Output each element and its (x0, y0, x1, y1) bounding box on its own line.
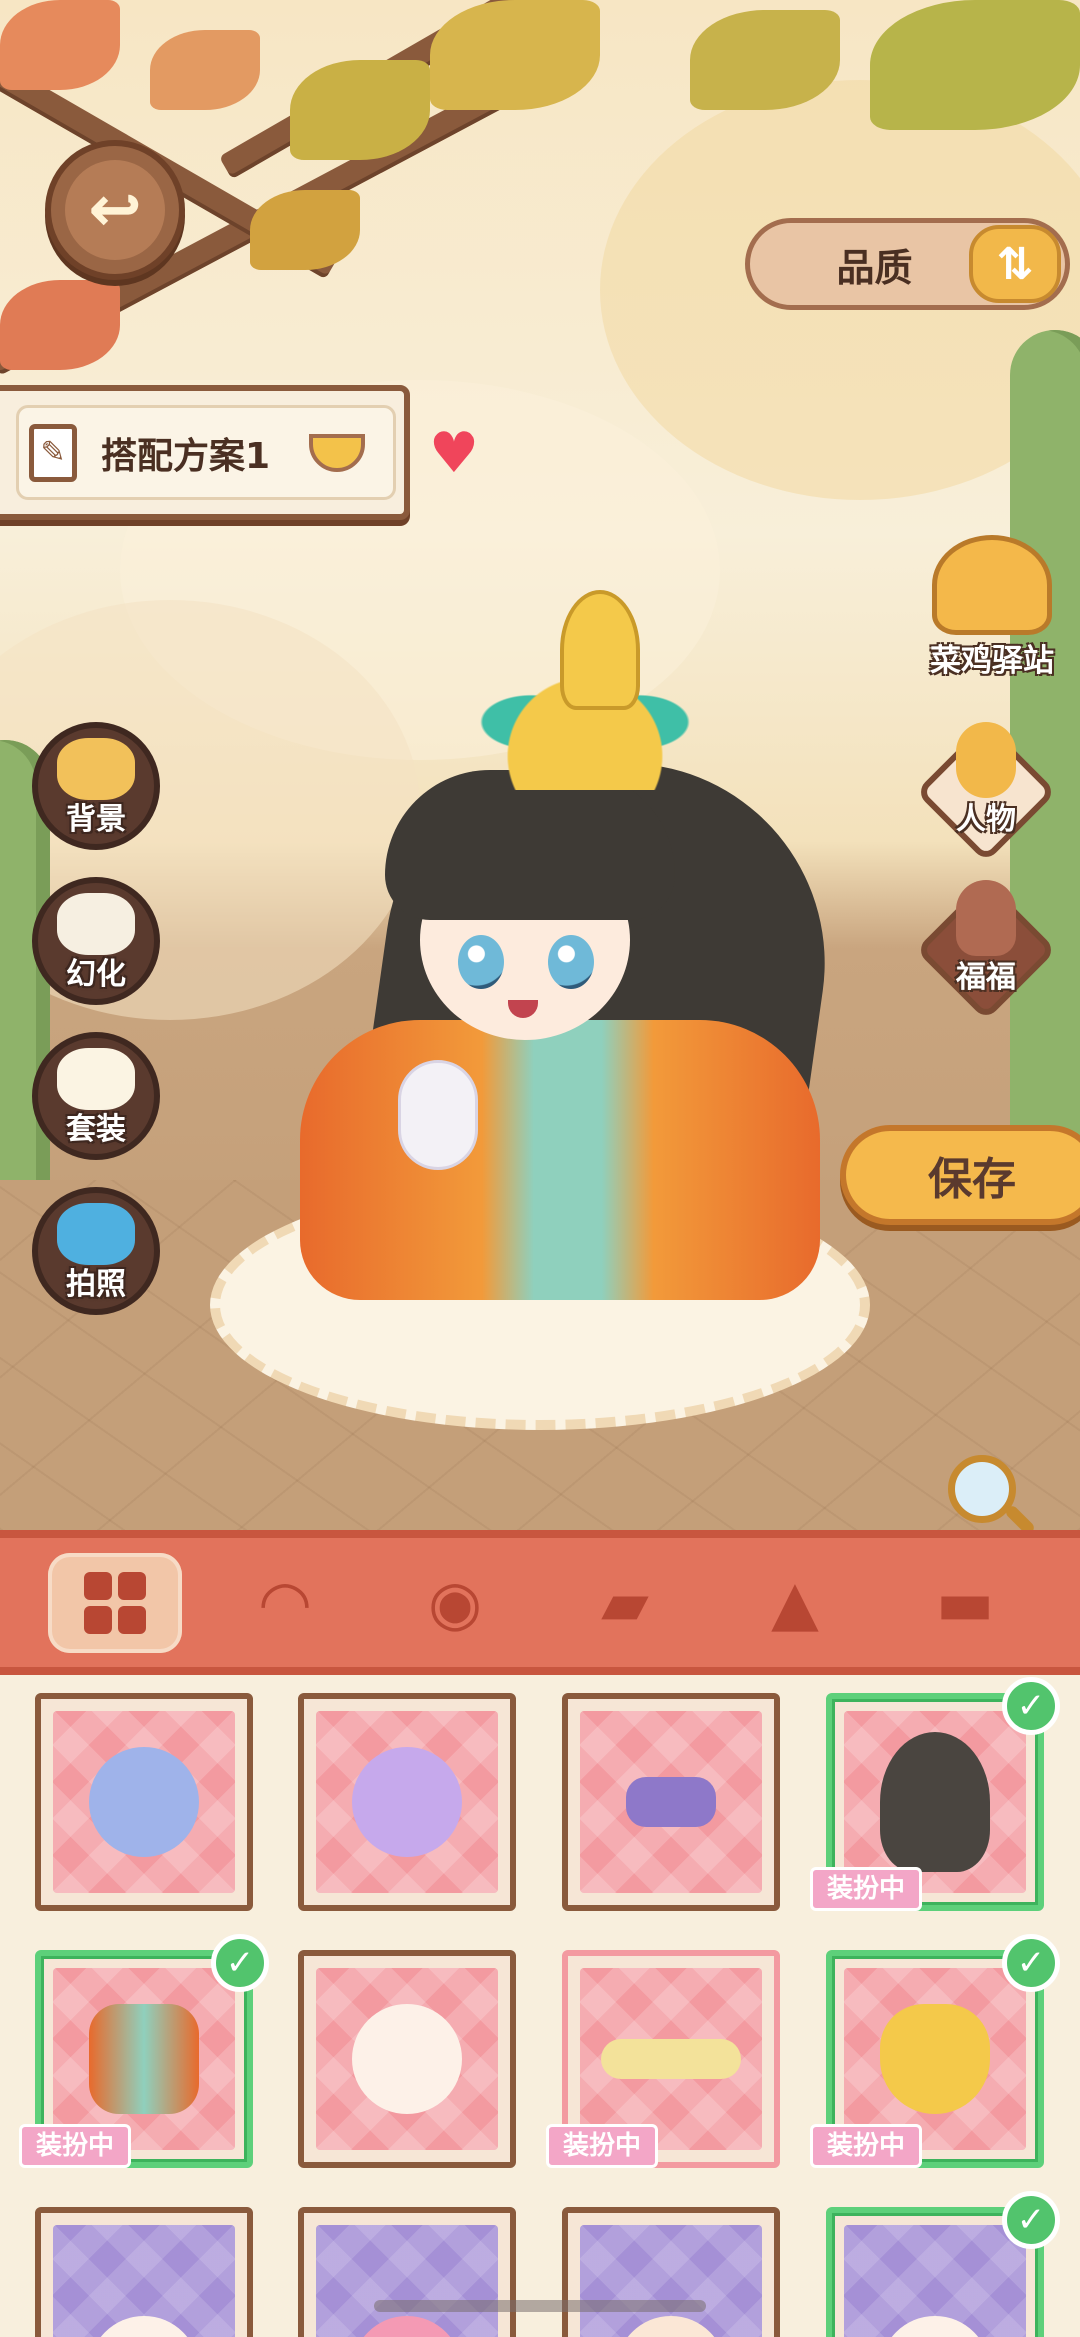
character-robe (300, 1020, 820, 1300)
wardrobe-item[interactable]: ✓ (826, 2191, 1060, 2337)
item-thumbnail (89, 2315, 199, 2337)
category-hair[interactable]: ◠ (218, 1553, 352, 1653)
wardrobe-item[interactable]: 装扮中 (546, 1950, 780, 2168)
category-bottom[interactable]: ▬ (898, 1553, 1032, 1653)
outfit-plan-field[interactable]: ✎ 搭配方案1 (16, 405, 396, 500)
item-thumbnail (352, 2004, 462, 2114)
pet-tab-button[interactable]: 福福 (915, 879, 1057, 1021)
phoenix-crown-top (560, 590, 640, 710)
category-top[interactable]: ▰ (558, 1553, 692, 1653)
character-eye (548, 935, 594, 989)
item-thumbnail (89, 2004, 199, 2114)
quality-sort-button[interactable]: 品质 ⇅ (745, 218, 1070, 310)
character-eye (458, 935, 504, 989)
category-dress[interactable]: ▲ (728, 1553, 862, 1653)
item-thumbnail (880, 2004, 990, 2114)
outfit-plan-name: 搭配方案1 (101, 435, 271, 477)
chick-shop-icon (932, 535, 1052, 635)
item-thumbnail (352, 2315, 462, 2337)
wardrobe-item[interactable]: ✓ 装扮中 (810, 1677, 1060, 1911)
equipped-tag: 装扮中 (546, 2124, 659, 2168)
equipped-tag: 装扮中 (19, 2124, 132, 2168)
item-thumbnail (880, 2315, 990, 2337)
item-thumbnail (626, 1777, 716, 1827)
item-thumbnail (89, 1747, 199, 1857)
item-thumbnail (601, 2039, 741, 2079)
wardrobe-item[interactable] (562, 2207, 780, 2337)
back-button[interactable]: ↩ (45, 140, 185, 280)
edit-note-icon: ✎ (29, 423, 77, 482)
back-arrow-icon: ↩ (65, 160, 165, 260)
save-button[interactable]: 保存 (840, 1125, 1080, 1225)
wardrobe-item[interactable] (298, 2207, 516, 2337)
character-tab-label: 人物 (956, 802, 1016, 837)
photo-button[interactable]: 拍照 (32, 1187, 160, 1315)
background-button[interactable]: 背景 (32, 722, 160, 850)
zoom-icon[interactable] (948, 1455, 1016, 1523)
pet-tab-label: 福福 (956, 960, 1016, 995)
category-bar: ◠ ◉ ▰ ▲ ▬ (0, 1530, 1080, 1675)
check-icon: ✓ (211, 1934, 269, 1992)
eye-icon: ◉ (427, 1565, 483, 1639)
shop-label: 菜鸡驿站 (930, 643, 1054, 679)
camera-icon (57, 1203, 135, 1265)
outfit-button[interactable]: 套装 (32, 1032, 160, 1160)
background-label: 背景 (66, 802, 126, 837)
photo-label: 拍照 (66, 1267, 126, 1302)
shop-button[interactable]: 菜鸡驿站 (912, 535, 1072, 685)
shorts-icon: ▬ (935, 1565, 995, 1639)
leaf (150, 30, 260, 110)
dress-icon: ▲ (771, 1565, 819, 1639)
equipped-tag: 装扮中 (810, 1867, 923, 1911)
rabbit-icon (956, 880, 1016, 956)
check-icon: ✓ (1002, 1677, 1060, 1735)
wardrobe-item[interactable] (35, 2207, 253, 2337)
character-tab-button[interactable]: 人物 (915, 721, 1057, 863)
leaf (870, 0, 1080, 130)
leaf (0, 0, 120, 90)
hair-icon: ◠ (257, 1565, 313, 1639)
transform-button[interactable]: 幻化 (32, 877, 160, 1005)
outfit-label: 套装 (66, 1112, 126, 1147)
leaf (430, 0, 600, 110)
wardrobe-item[interactable]: ✓ 装扮中 (810, 1934, 1060, 2168)
equipped-tag: 装扮中 (810, 2124, 923, 2168)
leaf (690, 10, 840, 110)
category-all[interactable] (48, 1552, 182, 1653)
leaf (250, 190, 360, 270)
item-thumbnail (616, 2315, 726, 2337)
quality-label: 品质 (836, 245, 913, 290)
wardrobe-item[interactable] (298, 1693, 516, 1911)
grid-icon (84, 1571, 146, 1634)
wardrobe-item[interactable]: ✓ 装扮中 (19, 1934, 269, 2168)
item-thumbnail (880, 1732, 990, 1872)
character-bangs (385, 770, 675, 920)
category-eyes[interactable]: ◉ (388, 1553, 522, 1653)
check-icon: ✓ (1002, 2191, 1060, 2249)
person-icon (956, 722, 1016, 798)
heart-icon[interactable]: ♥ (425, 426, 483, 482)
home-indicator[interactable] (374, 2300, 706, 2312)
item-thumbnail (352, 1747, 462, 1857)
transform-label: 幻化 (66, 957, 126, 992)
outfit-plan-selector[interactable]: ✎ 搭配方案1 (0, 385, 410, 520)
paint-brush-icon (57, 738, 135, 800)
check-icon: ✓ (1002, 1934, 1060, 1992)
wardrobe-grid: ✓ 装扮中 ✓ 装扮中 装扮中 ✓ 装扮中 ✓ (0, 1675, 1080, 2337)
bunny-plush (398, 1060, 478, 1170)
leaf (290, 60, 430, 160)
palette-icon (57, 893, 135, 955)
shirt-icon: ▰ (601, 1565, 649, 1639)
leaf (0, 280, 120, 370)
plan-dropdown-icon[interactable] (309, 433, 365, 472)
wardrobe-item[interactable] (298, 1950, 516, 2168)
sort-toggle-icon[interactable]: ⇅ (969, 225, 1061, 303)
wardrobe-item[interactable] (35, 1693, 253, 1911)
hanger-icon (57, 1048, 135, 1110)
wardrobe-item[interactable] (562, 1693, 780, 1911)
